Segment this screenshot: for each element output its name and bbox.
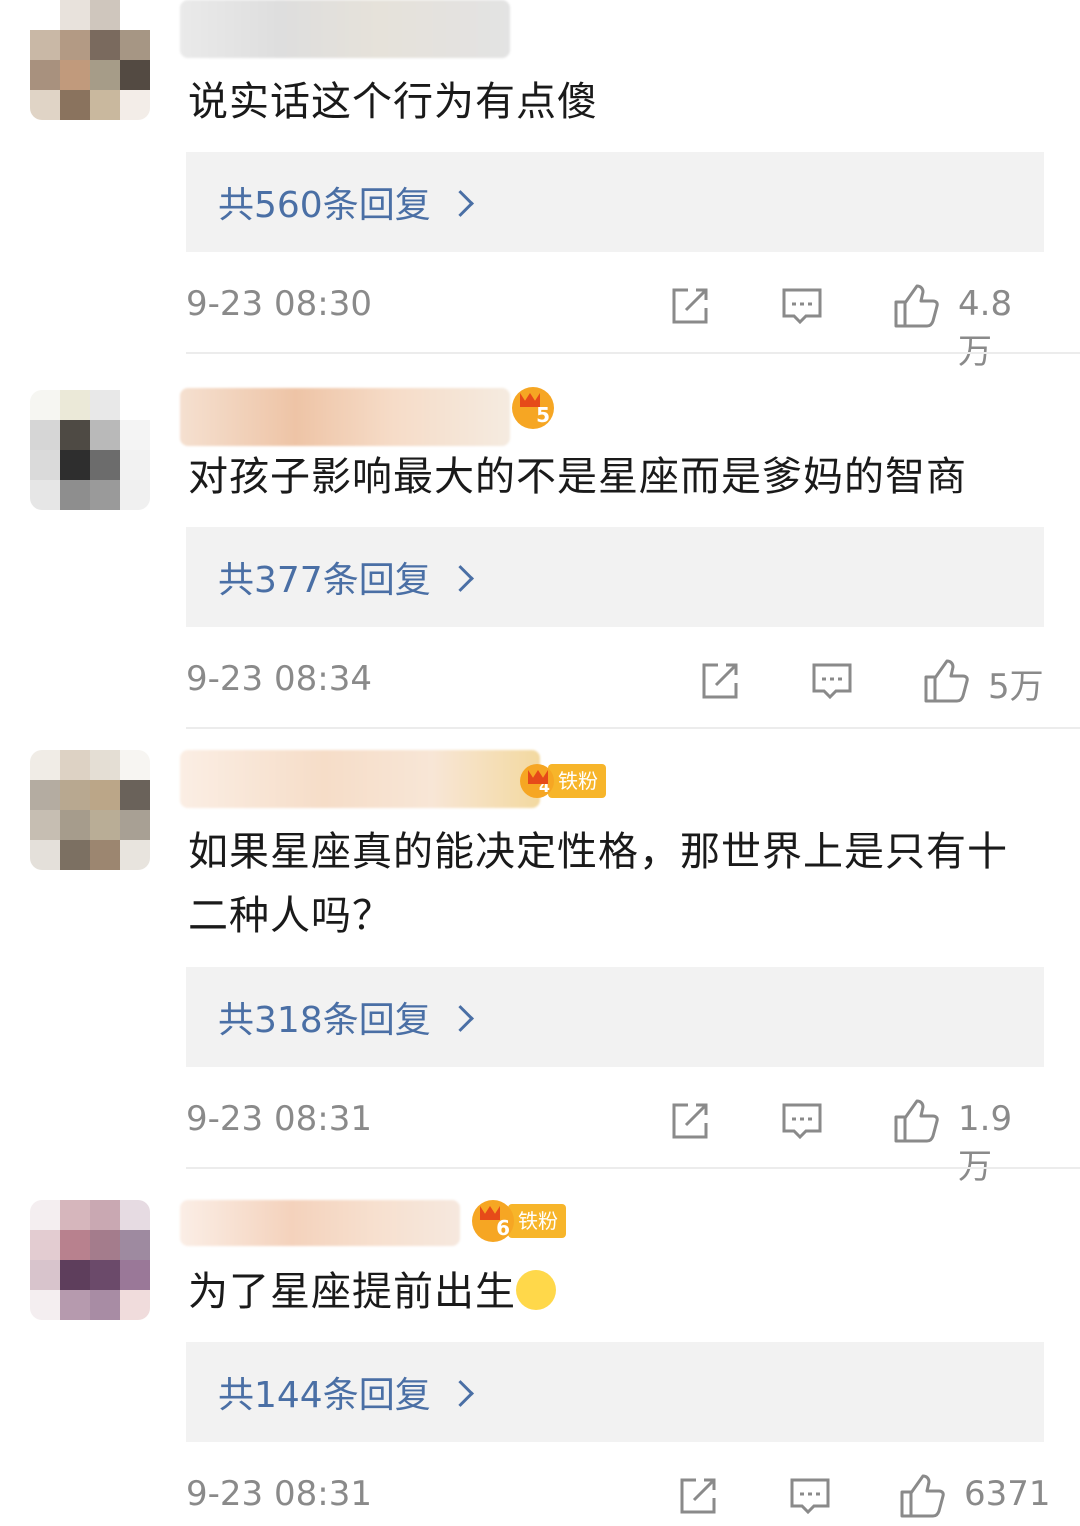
chevron-right-icon <box>446 189 474 217</box>
comment-text: 为了星座提前出生 <box>188 1260 1048 1324</box>
comment-time: 9-23 08:31 <box>186 1474 372 1514</box>
like-count: 1.9万 <box>958 1099 1013 1187</box>
thumbs-up-icon[interactable] <box>898 1474 946 1518</box>
avatar[interactable] <box>30 1200 150 1320</box>
comment-meta: 9-23 08:34 5万 <box>186 651 1044 711</box>
comment-text: 说实话这个行为有点傻 <box>188 79 598 125</box>
like-count: 4.8万 <box>958 284 1013 372</box>
reply-count-label: 共318条回复 <box>218 1000 431 1041</box>
comment-text: 如果星座真的能决定性格，那世界上是只有十二种人吗？ <box>188 829 1008 939</box>
crown-icon: 4 <box>520 764 554 798</box>
thumbs-up-icon[interactable] <box>892 284 940 328</box>
username-blurred[interactable] <box>180 1200 460 1246</box>
comment-meta: 9-23 08:30 4.8万 <box>186 276 1044 372</box>
share-icon[interactable] <box>676 1474 720 1518</box>
reply-count-label: 共377条回复 <box>218 560 431 601</box>
sweat-emoji-icon <box>516 1270 556 1310</box>
comment-text-body: 为了星座提前出生 <box>188 1269 516 1315</box>
chevron-right-icon <box>446 1004 474 1032</box>
reply-count-label: 共560条回复 <box>218 185 431 226</box>
crown-icon: 5 <box>512 387 554 429</box>
reply-count-label: 共144条回复 <box>218 1375 431 1416</box>
comment-text: 对孩子影响最大的不是星座而是爹妈的智商 <box>188 454 967 500</box>
chevron-right-icon <box>446 1379 474 1407</box>
fan-badge-label: 铁粉 <box>548 764 606 798</box>
comment-icon[interactable] <box>810 659 854 703</box>
avatar[interactable] <box>30 0 150 120</box>
comment-icon[interactable] <box>780 284 824 328</box>
username-blurred[interactable] <box>180 388 510 446</box>
like-count: 6371 <box>964 1474 1051 1514</box>
reply-thread-button[interactable]: 共144条回复 <box>186 1342 1044 1442</box>
share-icon[interactable] <box>668 284 712 328</box>
fan-badge: 4 铁粉 <box>520 758 606 804</box>
comment-icon[interactable] <box>780 1099 824 1143</box>
comment-icon[interactable] <box>788 1474 832 1518</box>
fan-badge: 6 铁粉 <box>472 1198 566 1244</box>
comment-meta: 9-23 08:31 6371 <box>186 1466 1051 1526</box>
crown-icon: 6 <box>472 1200 514 1242</box>
comment-meta: 9-23 08:31 1.9万 <box>186 1091 1044 1187</box>
chevron-right-icon <box>446 564 474 592</box>
username-blurred[interactable] <box>180 0 510 58</box>
avatar[interactable] <box>30 390 150 510</box>
like-count: 5万 <box>988 667 1044 707</box>
username-blurred[interactable] <box>180 750 540 808</box>
share-icon[interactable] <box>698 659 742 703</box>
comment-time: 9-23 08:34 <box>186 659 372 699</box>
reply-thread-button[interactable]: 共377条回复 <box>186 527 1044 627</box>
fan-badge-label: 铁粉 <box>508 1204 566 1238</box>
thumbs-up-icon[interactable] <box>892 1099 940 1143</box>
avatar[interactable] <box>30 750 150 870</box>
reply-thread-button[interactable]: 共560条回复 <box>186 152 1044 252</box>
divider <box>186 727 1080 729</box>
comment-time: 9-23 08:30 <box>186 284 372 324</box>
share-icon[interactable] <box>668 1099 712 1143</box>
divider <box>186 352 1080 354</box>
vip-badge: 5 <box>512 385 554 431</box>
reply-thread-button[interactable]: 共318条回复 <box>186 967 1044 1067</box>
divider <box>186 1167 1080 1169</box>
comment-time: 9-23 08:31 <box>186 1099 372 1139</box>
thumbs-up-icon[interactable] <box>922 659 970 703</box>
